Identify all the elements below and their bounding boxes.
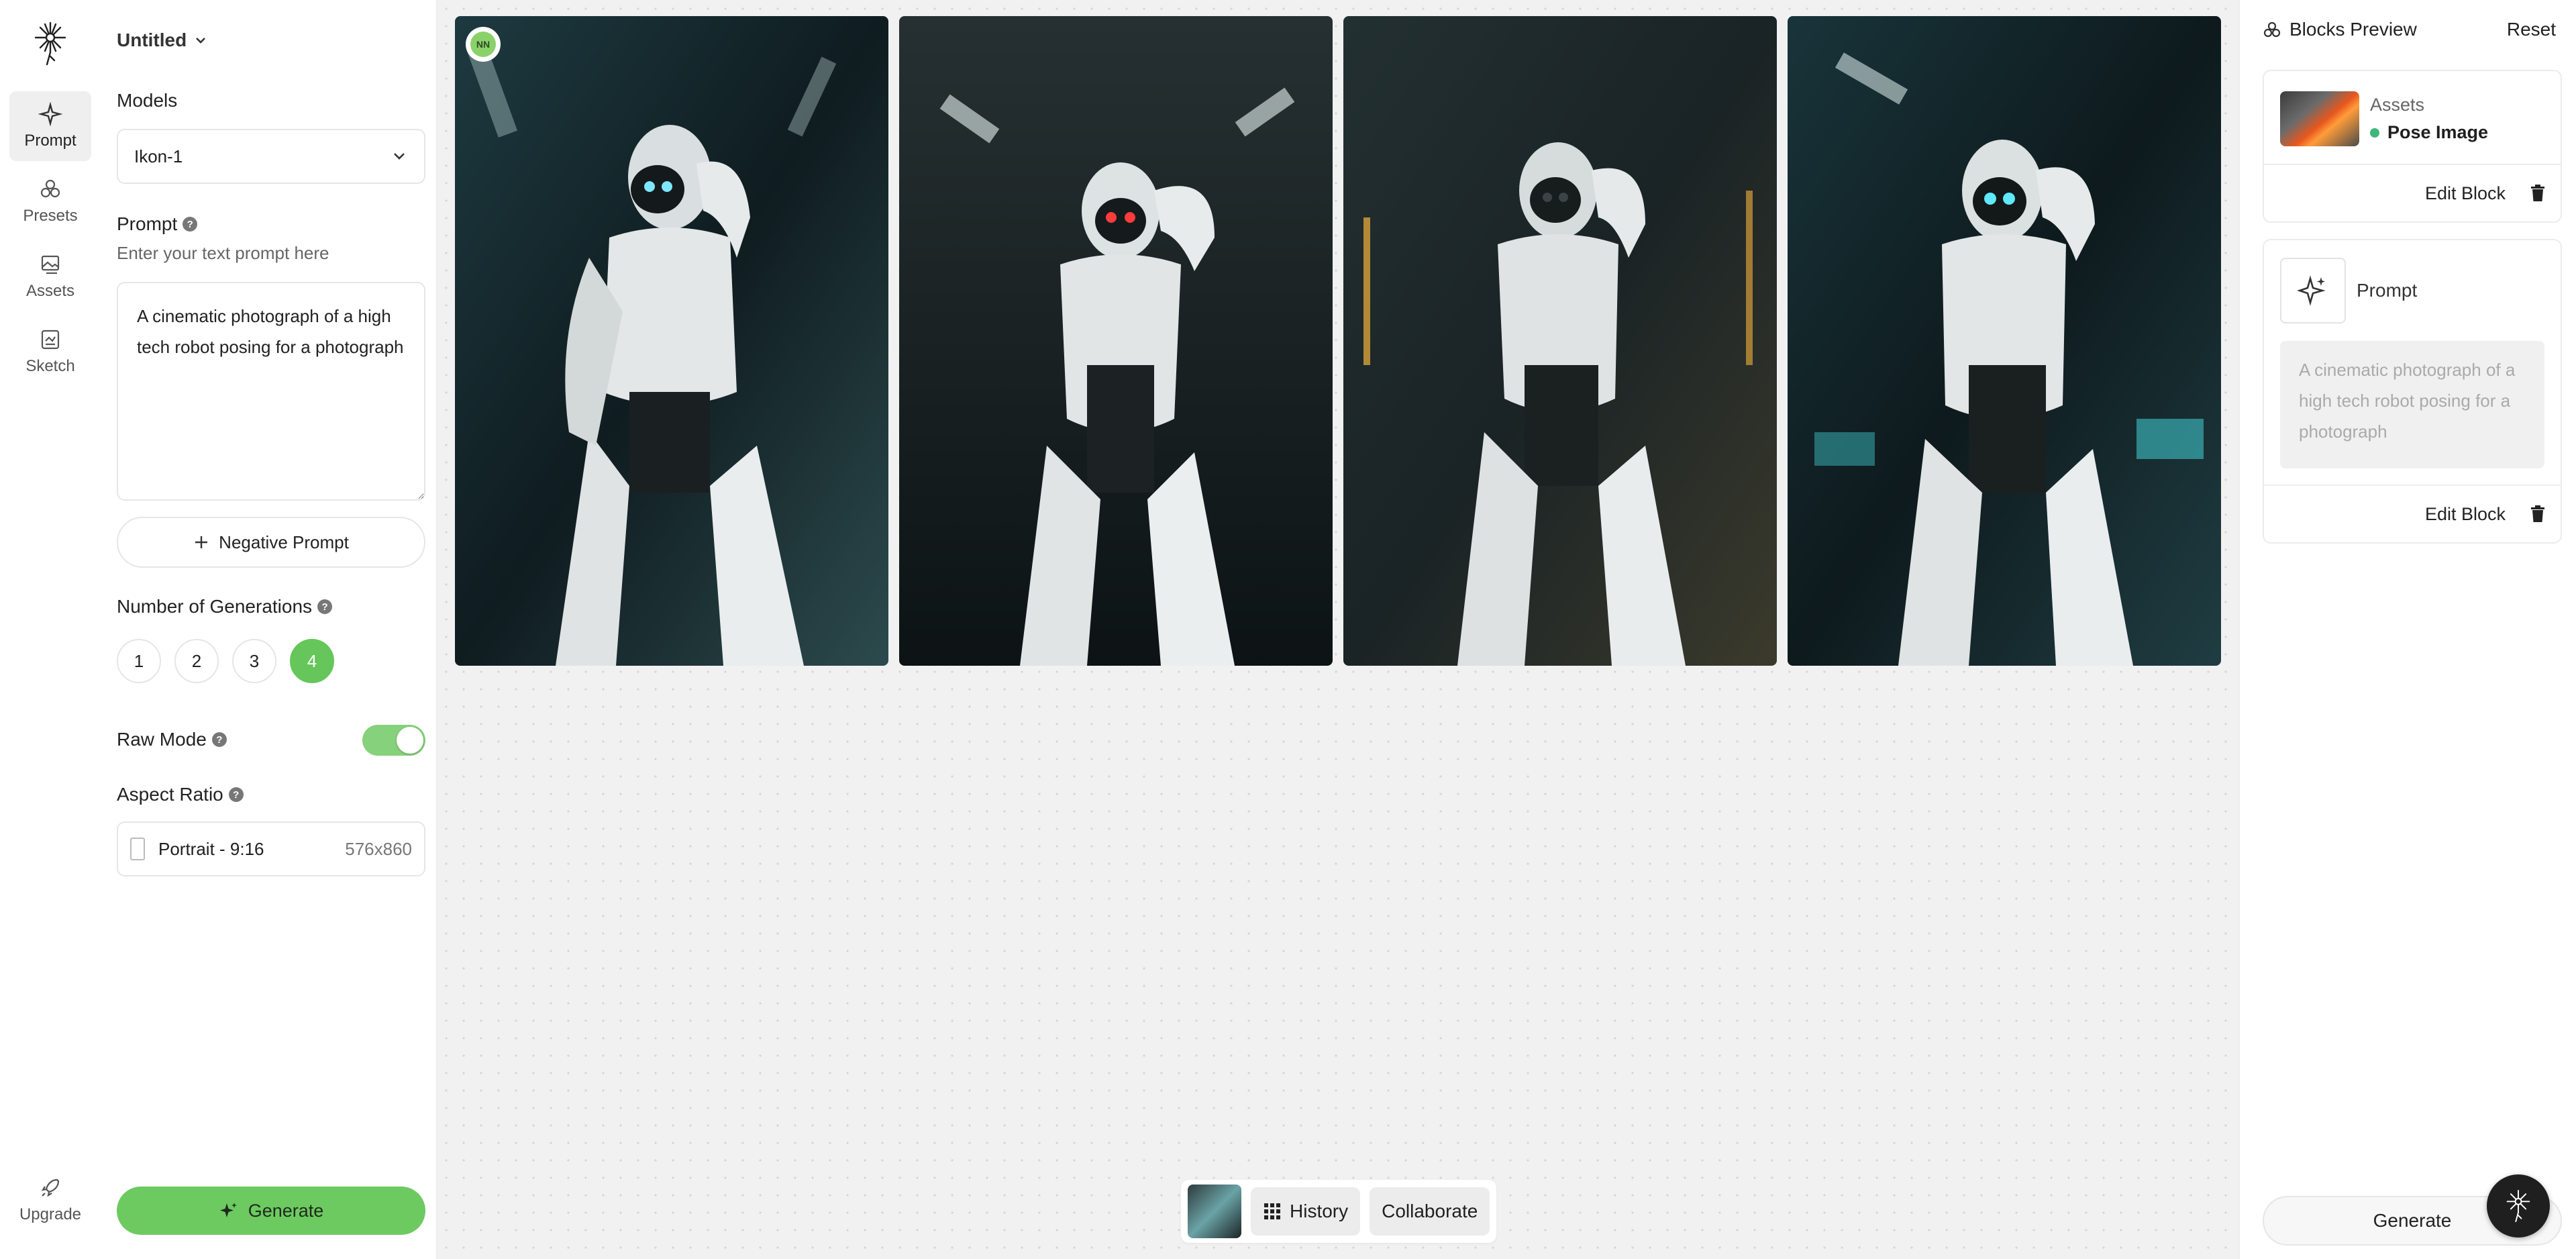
project-title[interactable]: Untitled (117, 30, 208, 51)
model-select[interactable]: Ikon-1 (117, 129, 425, 184)
robot-photo (1788, 16, 2221, 666)
generations-label: Number of Generations ? (117, 596, 333, 617)
generated-image-4[interactable] (1788, 16, 2221, 666)
sparkle-icon (2297, 275, 2326, 306)
generations-selector: 1 2 3 4 (117, 639, 334, 683)
generation-option-1[interactable]: 1 (117, 639, 161, 683)
generation-option-3[interactable]: 3 (232, 639, 276, 683)
chevron-down-icon (394, 153, 405, 160)
generated-image-3[interactable] (1343, 16, 1777, 666)
prompt-label-text: Prompt (117, 213, 178, 234)
portrait-frame-icon (130, 838, 145, 860)
generate-button-label: Generate (248, 1200, 324, 1221)
blocks-icon (2263, 21, 2281, 38)
aspect-ratio-label-text: Aspect Ratio (117, 784, 223, 805)
aspect-ratio-dims: 576x860 (345, 838, 412, 859)
generations-label-text: Number of Generations (117, 596, 313, 617)
edit-block-button[interactable]: Edit Block (2425, 504, 2506, 525)
rail-label-sketch: Sketch (25, 357, 75, 375)
models-label: Models (117, 90, 177, 111)
assets-block-title: Assets (2370, 95, 2425, 115)
raw-mode-toggle[interactable] (362, 725, 425, 756)
rail-item-assets[interactable]: Assets (9, 242, 91, 311)
prompt-block-preview: A cinematic photograph of a high tech ro… (2280, 341, 2544, 468)
rail-item-presets[interactable]: Presets (9, 166, 91, 236)
pose-image-thumbnail[interactable] (2280, 91, 2359, 146)
prompt-block: Prompt A cinematic photograph of a high … (2263, 239, 2562, 544)
help-icon[interactable]: ? (317, 599, 333, 614)
chevron-down-icon (196, 38, 206, 44)
aspect-ratio-value: Portrait - 9:16 (158, 838, 264, 859)
robot-photo (1343, 16, 1777, 666)
raw-mode-label: Raw Mode ? (117, 729, 227, 750)
history-thumbnail[interactable] (1188, 1185, 1241, 1238)
help-icon[interactable]: ? (183, 217, 198, 232)
history-button[interactable]: History (1251, 1187, 1361, 1236)
generation-option-4[interactable]: 4 (290, 639, 334, 683)
canvas[interactable]: NN History Collaborate (437, 0, 2251, 1259)
sketch-icon (41, 330, 60, 350)
icon-rail: Prompt Presets Assets Sketch Upgrade (0, 0, 101, 1259)
settings-panel: Untitled Models Ikon-1 Prompt ? Enter yo… (101, 0, 437, 1259)
rail-item-prompt[interactable]: Prompt (9, 91, 91, 161)
assistant-fab[interactable] (2487, 1174, 2550, 1238)
aspect-ratio-label: Aspect Ratio ? (117, 784, 244, 805)
blocks-preview-panel: Blocks Preview Reset Assets Pose Image E… (2238, 0, 2576, 1259)
help-icon[interactable]: ? (211, 732, 227, 747)
assets-block: Assets Pose Image Edit Block (2263, 70, 2562, 223)
prompt-hint: Enter your text prompt here (117, 243, 329, 263)
presets-icon (40, 179, 60, 198)
rail-item-sketch[interactable]: Sketch (9, 317, 91, 387)
reset-button[interactable]: Reset (2507, 19, 2556, 40)
negative-prompt-button[interactable]: Negative Prompt (117, 517, 425, 568)
blocks-preview-title: Blocks Preview (2289, 19, 2417, 40)
rail-label-upgrade: Upgrade (19, 1205, 82, 1223)
rocket-icon (41, 1178, 60, 1197)
generate-preview-label: Generate (2373, 1210, 2452, 1231)
bottom-toolbar: History Collaborate (1181, 1180, 1497, 1243)
app-logo-icon[interactable] (32, 20, 68, 67)
toggle-knob (397, 727, 423, 754)
prompt-textarea[interactable]: A cinematic photograph of a high tech ro… (117, 282, 425, 501)
prompt-block-title: Prompt (2357, 280, 2418, 301)
blocks-preview-header: Blocks Preview (2263, 19, 2417, 40)
rail-label-prompt: Prompt (24, 132, 76, 150)
raw-mode-label-text: Raw Mode (117, 729, 207, 750)
rail-label-assets: Assets (25, 282, 75, 300)
history-button-label: History (1290, 1201, 1349, 1221)
negative-prompt-label: Negative Prompt (219, 532, 349, 552)
pose-image-label: Pose Image (2387, 122, 2489, 142)
help-icon[interactable]: ? (228, 787, 244, 802)
rail-label-presets: Presets (23, 207, 78, 225)
rail-item-upgrade[interactable]: Upgrade (9, 1165, 91, 1235)
aspect-ratio-select[interactable]: Portrait - 9:16 576x860 (117, 821, 425, 876)
robot-photo (899, 16, 1333, 666)
prompt-label: Prompt ? (117, 213, 198, 235)
generate-button[interactable]: Generate (117, 1187, 425, 1235)
project-title-text: Untitled (117, 30, 187, 50)
prompt-block-icon-box (2280, 258, 2346, 323)
models-label-text: Models (117, 90, 178, 111)
generated-image-1[interactable]: NN (455, 16, 888, 666)
avatar[interactable]: NN (466, 27, 501, 62)
sparkle-icon (219, 1203, 237, 1217)
avatar-initials: NN (470, 32, 496, 57)
assets-icon (41, 255, 60, 274)
status-dot (2370, 128, 2379, 138)
generation-option-2[interactable]: 2 (174, 639, 219, 683)
plus-icon (195, 536, 208, 548)
grid-icon (1264, 1203, 1280, 1219)
collaborate-button[interactable]: Collaborate (1370, 1187, 1490, 1236)
trash-icon[interactable] (2530, 505, 2546, 523)
app-logo-icon (2506, 1190, 2530, 1222)
edit-block-button[interactable]: Edit Block (2425, 183, 2506, 204)
collaborate-button-label: Collaborate (1382, 1201, 1478, 1221)
generated-image-2[interactable] (899, 16, 1333, 666)
generated-images: NN (455, 16, 2221, 666)
trash-icon[interactable] (2530, 185, 2546, 202)
robot-photo (455, 16, 888, 666)
sparkle-icon (38, 102, 62, 126)
model-select-value: Ikon-1 (134, 146, 183, 166)
